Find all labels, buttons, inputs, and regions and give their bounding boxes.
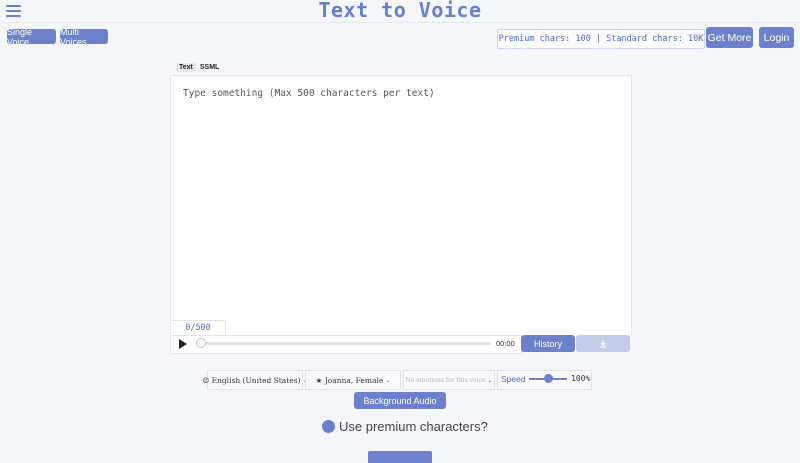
progress-thumb[interactable] — [196, 338, 206, 348]
history-button[interactable]: History — [521, 335, 575, 352]
editor-tabs: Text SSML — [176, 63, 222, 72]
speed-label: Speed — [501, 374, 526, 384]
download-button[interactable] — [576, 335, 630, 352]
tab-text[interactable]: Text — [176, 63, 196, 72]
premium-label: Use premium characters? — [339, 419, 488, 434]
text-editor[interactable] — [170, 75, 632, 336]
voice-select[interactable]: ★ Joanna, Female ⌄ — [305, 370, 401, 390]
star-icon: ★ — [315, 375, 323, 385]
play-icon[interactable] — [179, 339, 187, 349]
get-more-button[interactable]: Get More — [706, 27, 753, 48]
globe-icon: ☺ — [202, 375, 210, 385]
speed-slider-thumb[interactable] — [544, 374, 553, 383]
page-title: Text to Voice — [318, 0, 482, 22]
single-voice-button[interactable]: Single Voice — [7, 27, 56, 47]
progress-track[interactable] — [197, 342, 491, 345]
char-counter: 0/500 — [170, 320, 226, 335]
tab-ssml[interactable]: SSML — [197, 63, 222, 72]
chevron-down-icon: ⌄ — [385, 376, 391, 384]
background-audio-button[interactable]: Background Audio — [354, 392, 446, 409]
voice-value: Joanna, Female — [324, 375, 384, 385]
speed-value: 100% — [571, 374, 591, 383]
time-display: 00:00 — [496, 339, 515, 348]
language-select[interactable]: ☺ English (United States)⌄ — [202, 370, 308, 390]
download-icon — [600, 339, 606, 348]
editor-placeholder[interactable]: Type something (Max 500 characters per t… — [183, 88, 435, 99]
language-value: English (United States) — [211, 375, 301, 385]
emotion-value: No emotions for this voice — [405, 376, 486, 384]
login-button[interactable]: Login — [759, 27, 794, 48]
multi-voices-button[interactable]: Multi Voices — [60, 27, 108, 47]
header-divider — [0, 22, 800, 23]
premium-radio[interactable] — [322, 420, 335, 433]
emotion-select[interactable]: No emotions for this voice ⌄ — [403, 370, 495, 390]
char-balance: Premium chars: 100 | Standard chars: 10K — [497, 29, 705, 49]
convert-button[interactable] — [368, 451, 432, 463]
chevron-down-icon: ⌄ — [487, 376, 493, 384]
